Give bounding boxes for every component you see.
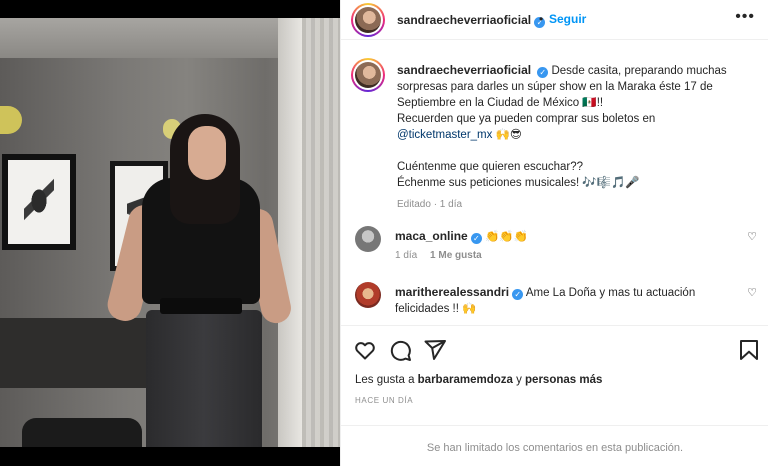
post-actions-bar	[341, 325, 768, 371]
comment-text: maca_online ✓ 👏👏👏 1 día 1 Me gusta	[395, 228, 725, 264]
likes-user-link[interactable]: barbaramemdoza	[418, 374, 513, 386]
follow-button[interactable]: Seguir	[549, 12, 586, 26]
header-separator: •	[539, 12, 544, 26]
bookmark-icon[interactable]	[737, 338, 761, 362]
caption-meta: Editado · 1 día	[397, 199, 463, 210]
caption-text: sandraecheverriaoficial ✓ Desde casita, …	[397, 62, 737, 213]
verified-icon: ✓	[537, 67, 549, 78]
letterbox-top	[0, 0, 340, 18]
post-header: sandraecheverriaoficial ✓ • Seguir •••	[341, 0, 768, 40]
commenter-username[interactable]: maca_online	[395, 229, 468, 243]
post-time-ago[interactable]: HACE UN DÍA	[355, 396, 413, 405]
author-name-row: sandraecheverriaoficial ✓	[397, 13, 546, 28]
verified-icon: ✓	[470, 233, 482, 244]
comment-icon[interactable]	[388, 338, 412, 362]
photo-person-face	[188, 126, 226, 180]
caption-mention-emoji: 🙌😎	[492, 129, 522, 141]
likes-others-link[interactable]: personas más	[525, 374, 602, 386]
author-avatar[interactable]	[351, 3, 385, 37]
share-icon[interactable]	[423, 338, 447, 362]
verified-icon: ✓	[512, 289, 524, 300]
post-photo[interactable]	[0, 18, 340, 447]
comment-meta: 1 día 1 Me gusta	[395, 248, 725, 264]
caption-username[interactable]: sandraecheverriaoficial	[397, 63, 531, 77]
photo-person-jeans	[146, 310, 262, 447]
caption-mention-link[interactable]: @ticketmaster_mx	[397, 129, 492, 141]
likes-prefix: Les gusta a	[355, 374, 418, 386]
comment-likes[interactable]: 1 Me gusta	[430, 250, 482, 261]
caption-author-avatar[interactable]	[351, 58, 385, 92]
post-side-panel: sandraecheverriaoficial ✓ • Seguir ••• s…	[340, 0, 768, 466]
commenter-username[interactable]: maritherealessandri	[395, 285, 509, 299]
photo-console	[0, 318, 160, 388]
comment-heart-icon[interactable]: ♡	[747, 286, 757, 299]
author-username[interactable]: sandraecheverriaoficial	[397, 13, 531, 27]
comment-body: 👏👏👏	[485, 231, 529, 243]
photo-person-belt	[160, 298, 242, 314]
comment-heart-icon[interactable]: ♡	[747, 230, 757, 243]
heart-icon[interactable]	[353, 338, 377, 362]
comment-text: maritherealessandri ✓ Ame La Doña y mas …	[395, 284, 725, 317]
caption-line-4: Échenme sus peticiones musicales! 🎶🎼🎵🎤	[397, 177, 640, 189]
comments-limited-notice: Se han limitado los comentarios en esta …	[341, 425, 768, 466]
letterbox-bottom	[0, 447, 340, 466]
caption-line-2: Recuerden que ya pueden comprar sus bole…	[397, 113, 656, 125]
caption-line-3: Cuéntenme que quieren escuchar??	[397, 161, 584, 173]
commenter-avatar[interactable]	[355, 282, 381, 308]
commenter-avatar[interactable]	[355, 226, 381, 252]
photo-chair	[22, 418, 142, 447]
likes-summary: Les gusta a barbaramemdoza y personas má…	[355, 374, 602, 386]
comment-time: 1 día	[395, 250, 418, 261]
more-icon[interactable]: •••	[735, 8, 755, 26]
instagram-post-view: sandraecheverriaoficial ✓ • Seguir ••• s…	[0, 0, 768, 466]
photo-curtain	[302, 18, 340, 447]
photo-frame-left	[2, 154, 76, 250]
likes-middle: y	[512, 374, 526, 386]
